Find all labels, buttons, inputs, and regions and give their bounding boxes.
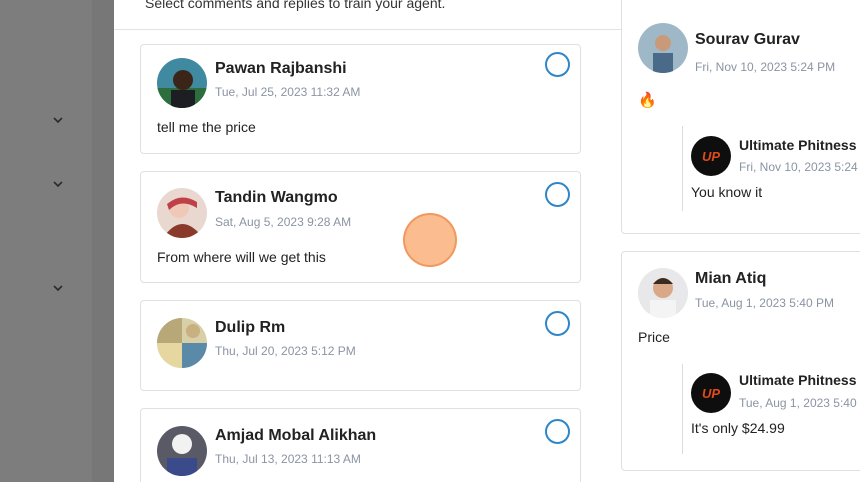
comment-card[interactable]: Tandin Wangmo Sat, Aug 5, 2023 9:28 AM F… [140, 171, 581, 283]
comment-date: Thu, Jul 13, 2023 11:13 AM [215, 452, 361, 466]
comment-date: Fri, Nov 10, 2023 5:24 PM [695, 60, 836, 74]
backdrop-sidebar [0, 0, 92, 482]
reply-thread-line [682, 364, 683, 454]
reply-date: Tue, Aug 1, 2023 5:40 PM [739, 396, 860, 410]
svg-text:UP: UP [702, 149, 720, 164]
comment-card[interactable]: Mian Atiq Tue, Aug 1, 2023 5:40 PM Price… [621, 251, 860, 471]
select-comment-radio[interactable] [545, 182, 570, 207]
comment-card[interactable]: Pawan Rajbanshi Tue, Jul 25, 2023 11:32 … [140, 44, 581, 154]
reply-text: It's only $24.99 [691, 420, 785, 436]
comment-text: From where will we get this [157, 249, 326, 265]
chevron-down-icon[interactable] [52, 114, 64, 126]
reply-date: Fri, Nov 10, 2023 5:24 PM [739, 160, 860, 174]
avatar [157, 426, 207, 476]
comment-card[interactable]: Amjad Mobal Alikhan Thu, Jul 13, 2023 11… [140, 408, 581, 482]
comment-text: Price [638, 329, 670, 345]
comment-date: Sat, Aug 5, 2023 9:28 AM [215, 215, 352, 229]
commenter-name: Pawan Rajbanshi [215, 60, 347, 77]
commenter-name: Tandin Wangmo [215, 189, 338, 206]
commenter-name: Sourav Gurav [695, 31, 800, 48]
commenter-name: Dulip Rm [215, 319, 286, 336]
select-comment-radio[interactable] [545, 311, 570, 336]
comment-card[interactable]: Sourav Gurav Fri, Nov 10, 2023 5:24 PM 🔥… [621, 0, 860, 234]
avatar [157, 188, 207, 238]
avatar [638, 268, 688, 318]
reply-text: You know it [691, 184, 763, 200]
click-indicator [403, 213, 457, 267]
reply-author-name: Ultimate Phitness [739, 372, 857, 388]
backdrop-strip [92, 0, 114, 482]
commenter-name: Amjad Mobal Alikhan [215, 427, 377, 444]
comment-date: Thu, Jul 20, 2023 5:12 PM [215, 344, 356, 358]
chevron-down-icon[interactable] [52, 178, 64, 190]
reply-author-name: Ultimate Phitness [739, 137, 857, 153]
train-agent-modal: Select comments and replies to train you… [114, 0, 860, 482]
avatar [157, 58, 207, 108]
comment-card[interactable]: Dulip Rm Thu, Jul 20, 2023 5:12 PM [140, 300, 581, 391]
ultimate-phitness-logo: UP [691, 136, 731, 176]
ultimate-phitness-logo: UP [691, 373, 731, 413]
avatar [157, 318, 207, 368]
reply-thread-line [682, 126, 683, 211]
select-comment-radio[interactable] [545, 52, 570, 77]
commenter-name: Mian Atiq [695, 270, 767, 287]
select-comment-radio[interactable] [545, 419, 570, 444]
avatar [638, 23, 688, 73]
modal-subtitle: Select comments and replies to train you… [145, 0, 446, 11]
chevron-down-icon[interactable] [52, 282, 64, 294]
comment-date: Tue, Aug 1, 2023 5:40 PM [695, 296, 834, 310]
svg-text:UP: UP [702, 386, 720, 401]
comment-date: Tue, Jul 25, 2023 11:32 AM [215, 85, 361, 99]
comment-text: 🔥 [638, 92, 657, 109]
comment-text: tell me the price [157, 119, 256, 135]
